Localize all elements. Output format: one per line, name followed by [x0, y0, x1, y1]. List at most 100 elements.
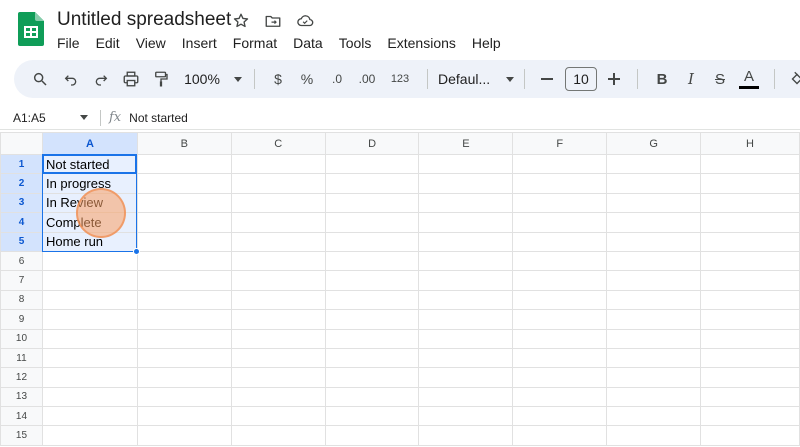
cell[interactable]	[418, 231, 514, 252]
row-header[interactable]: 10	[0, 328, 43, 349]
cell[interactable]	[41, 386, 138, 408]
cell[interactable]	[230, 367, 326, 388]
cell[interactable]	[700, 367, 800, 388]
move-folder-icon[interactable]	[262, 10, 284, 32]
cell[interactable]	[700, 289, 800, 311]
cell[interactable]	[230, 328, 326, 349]
cell[interactable]	[606, 347, 702, 369]
cell[interactable]	[324, 289, 420, 311]
cell[interactable]	[324, 270, 420, 291]
cell[interactable]	[606, 250, 702, 272]
cell[interactable]	[41, 425, 138, 446]
menu-tools[interactable]: Tools	[331, 34, 380, 52]
cloud-saved-icon[interactable]	[294, 10, 316, 32]
cell[interactable]	[230, 347, 326, 369]
menu-view[interactable]: View	[128, 34, 174, 52]
cell[interactable]	[230, 153, 326, 175]
cell[interactable]	[418, 309, 514, 330]
cell[interactable]	[230, 212, 326, 233]
cell[interactable]	[41, 270, 138, 291]
decrease-font-size-icon[interactable]	[535, 65, 559, 93]
cell[interactable]	[230, 289, 326, 311]
cell[interactable]	[418, 250, 514, 272]
cell[interactable]	[136, 153, 232, 175]
bold-button[interactable]: B	[648, 65, 676, 93]
cell[interactable]	[606, 231, 702, 252]
cell[interactable]	[512, 425, 608, 446]
cell[interactable]	[606, 192, 702, 214]
cell[interactable]	[324, 347, 420, 369]
cell[interactable]	[512, 367, 608, 388]
row-header[interactable]: 1	[0, 153, 43, 175]
cell[interactable]	[606, 212, 702, 233]
increase-font-size-icon[interactable]	[601, 65, 627, 93]
cell[interactable]	[41, 289, 138, 311]
cell[interactable]	[41, 406, 138, 427]
cell[interactable]	[230, 231, 326, 252]
cell[interactable]	[41, 367, 138, 388]
cell[interactable]	[700, 192, 800, 214]
cell-a3[interactable]: In Review	[41, 192, 138, 214]
select-all-corner[interactable]	[0, 132, 43, 155]
cell[interactable]	[418, 328, 514, 349]
cell[interactable]	[606, 309, 702, 330]
cell[interactable]	[418, 289, 514, 311]
cell[interactable]	[230, 250, 326, 272]
row-header[interactable]: 6	[0, 250, 43, 272]
cell[interactable]	[324, 212, 420, 233]
cell[interactable]	[512, 173, 608, 194]
cell[interactable]	[136, 406, 232, 427]
cell[interactable]	[606, 328, 702, 349]
document-title[interactable]: Untitled spreadsheet	[57, 9, 231, 31]
undo-icon[interactable]	[56, 65, 86, 93]
cell[interactable]	[606, 270, 702, 291]
cell[interactable]	[136, 425, 232, 446]
row-header[interactable]: 8	[0, 289, 43, 311]
paint-format-icon[interactable]	[146, 65, 176, 93]
cell[interactable]	[324, 153, 420, 175]
cell[interactable]	[324, 425, 420, 446]
cell[interactable]	[700, 212, 800, 233]
cell-a1[interactable]: Not started	[41, 153, 138, 175]
text-color-button[interactable]: A	[734, 65, 764, 93]
menu-help[interactable]: Help	[464, 34, 509, 52]
cell[interactable]	[41, 328, 138, 349]
cell[interactable]	[606, 153, 702, 175]
row-header[interactable]: 14	[0, 406, 43, 427]
cell[interactable]	[324, 192, 420, 214]
cell[interactable]	[606, 367, 702, 388]
cell[interactable]	[136, 270, 232, 291]
cell[interactable]	[606, 173, 702, 194]
cell[interactable]	[512, 153, 608, 175]
cell[interactable]	[136, 367, 232, 388]
cell[interactable]	[700, 309, 800, 330]
cell[interactable]	[418, 347, 514, 369]
cell[interactable]	[324, 328, 420, 349]
cell[interactable]	[512, 192, 608, 214]
cell[interactable]	[418, 406, 514, 427]
cell[interactable]	[418, 386, 514, 408]
search-menus-icon[interactable]	[28, 65, 52, 93]
cell[interactable]	[418, 153, 514, 175]
cell-a5[interactable]: Home run	[41, 231, 138, 252]
cell[interactable]	[230, 406, 326, 427]
menu-data[interactable]: Data	[285, 34, 331, 52]
cell[interactable]	[418, 192, 514, 214]
column-header-c[interactable]: C	[230, 132, 326, 155]
cell[interactable]	[230, 425, 326, 446]
fill-color-icon[interactable]	[785, 65, 800, 93]
cell[interactable]	[512, 270, 608, 291]
menu-insert[interactable]: Insert	[174, 34, 225, 52]
cell[interactable]	[230, 192, 326, 214]
menu-extensions[interactable]: Extensions	[379, 34, 463, 52]
cell[interactable]	[136, 386, 232, 408]
cell[interactable]	[230, 270, 326, 291]
cell[interactable]	[41, 309, 138, 330]
cell[interactable]	[418, 367, 514, 388]
column-header-d[interactable]: D	[324, 132, 420, 155]
print-icon[interactable]	[116, 65, 146, 93]
cell[interactable]	[606, 425, 702, 446]
strikethrough-button[interactable]: S	[706, 65, 734, 93]
cell-a2[interactable]: In progress	[41, 173, 138, 194]
cell[interactable]	[41, 347, 138, 369]
